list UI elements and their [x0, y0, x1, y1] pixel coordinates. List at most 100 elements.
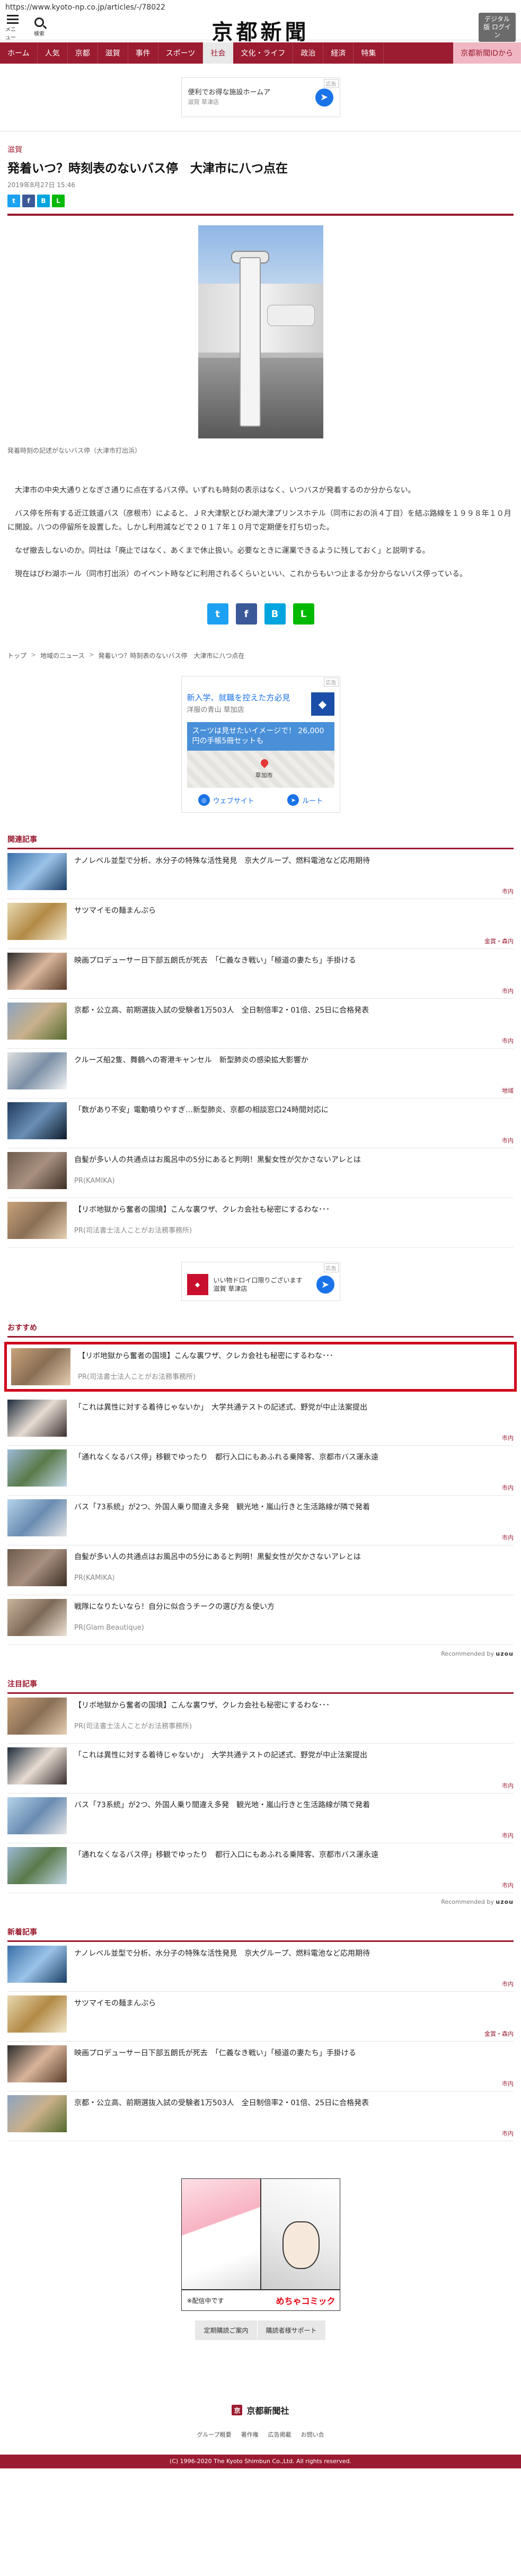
nav-popular[interactable]: 人気 — [38, 42, 68, 64]
list-item[interactable]: 戦隊になりたいなら！自分に似合うチークの選び方＆使い方 PR(Glam Beau… — [7, 1595, 514, 1645]
list-item[interactable]: 映画プロデューサー日下部五朗氏が死去 「仁義なき戦い」「極道の妻たち」手掛ける … — [7, 949, 514, 999]
nav-politics[interactable]: 政治 — [293, 42, 324, 64]
article-photo[interactable] — [198, 225, 323, 438]
item-sponsor: PR(KAMIKA) — [74, 1177, 115, 1185]
facebook-icon[interactable]: f — [22, 195, 35, 207]
manga-ad[interactable]: ※配信中です めちゃコミック — [181, 2178, 340, 2311]
thumbnail — [7, 1449, 67, 1487]
recommended-by[interactable]: Recommended by uzou — [7, 1898, 514, 1905]
arrow-icon[interactable]: ➤ — [315, 88, 333, 107]
subscription-links: 定期購読ご案内 購読者様サポート — [0, 2320, 521, 2340]
list-item[interactable]: 「数があり不安」電動噴りやすぎ…新型肺炎、京都の相談窓口24時間対応に 市内 — [7, 1098, 514, 1148]
list-item[interactable]: バス「73系統」が2つ、外国人乗り間違え多発 観光地・嵐山行きと生活路線が隣で発… — [7, 1793, 514, 1843]
url-bar[interactable]: https://www.kyoto-np.co.jp/articles/-/78… — [0, 0, 521, 15]
line-icon[interactable]: L — [293, 603, 314, 625]
list-item[interactable]: 自髪が多い人の共通点はお風呂中の5分にあると判明！黒髪女性が欠かさないアレとは … — [7, 1148, 514, 1198]
facebook-icon[interactable]: f — [235, 603, 257, 625]
nav-sports[interactable]: スポーツ — [158, 42, 204, 64]
list-item[interactable]: 京都・公立高、前期選抜入試の受験者1万503人 全日制倍率2・01倍、25日に合… — [7, 999, 514, 1049]
article-category[interactable]: 滋賀 — [7, 144, 514, 155]
list-item[interactable]: サツマイモの麺まんぷら 金賞・森内 — [7, 899, 514, 949]
list-item[interactable]: 「通れなくなるバス停」移観でゆったり 都行入口にもあふれる乗降客、京都市バス運永… — [7, 1843, 514, 1893]
brand-logo-icon: ◆ — [187, 1274, 208, 1295]
mid-ad[interactable]: 広告 新入学、就職を控えた方必見 洋服の青山 草加店 ◆ スーツは見せたいイメー… — [181, 676, 340, 813]
nav-home[interactable]: ホーム — [0, 42, 38, 64]
article-paragraph: 現在はびわ湖ホール（同市打出浜）のイベント時などに利用されるくらいといい、これか… — [15, 570, 467, 578]
thumbnail — [7, 1995, 67, 2033]
item-category: 市内 — [502, 1832, 514, 1839]
list-item[interactable]: 「これは異性に対する着待じゃないか」 大学共通テストの記述式、野党が中止法案提出… — [7, 1744, 514, 1793]
nav-member[interactable]: 京都新聞IDから — [453, 42, 521, 64]
digital-login-button[interactable]: デジタル版 ログイン — [479, 13, 516, 42]
new-section: 新着記事 ナノレベル並型で分析、水分子の特殊な活性発見 京大グループ、燃料電池な… — [0, 1927, 521, 2141]
support-link[interactable]: 購読者様サポート — [257, 2320, 326, 2340]
thumbnail — [7, 1847, 67, 1884]
small-ad[interactable]: 広告 ◆ いい物ドロイ口限りございます 滋賀 草津店 ➤ — [181, 1262, 340, 1301]
arrow-icon[interactable]: ➤ — [316, 1276, 334, 1294]
globe-icon: ◎ — [198, 794, 210, 806]
twitter-icon[interactable]: t — [207, 603, 228, 625]
list-item[interactable]: サツマイモの麺まんぷら 金賞・森内 — [7, 1992, 514, 2042]
thumbnail — [11, 1348, 70, 1385]
nav-feature[interactable]: 特集 — [354, 42, 384, 64]
related-section: 関連記事 ナノレベル並型で分析、水分子の特殊な活性発見 京大グループ、燃料電池な… — [0, 834, 521, 1248]
article-paragraph: バス停を所有する近江鉄道バス（彦根市）によると、ＪＲ大津駅とびわ湖大津プリンスホ… — [7, 509, 511, 532]
list-item[interactable]: 「これは異性に対する着待じゃないか」 大学共通テストの記述式、野党が中止法案提出… — [7, 1396, 514, 1446]
navigation-icon[interactable]: ◆ — [311, 692, 334, 716]
twitter-icon[interactable]: t — [7, 195, 20, 207]
route-button[interactable]: ➤ ルート — [287, 794, 323, 806]
item-title: 「通れなくなるバス停」移観でゆったり 都行入口にもあふれる乗降客、京都市バス運永… — [74, 1453, 378, 1462]
item-category: 金賞・森内 — [484, 938, 514, 945]
share-bar-bottom: t f B L — [7, 603, 514, 625]
item-title: 「通れなくなるバス停」移観でゆったり 都行入口にもあふれる乗降客、京都市バス運永… — [74, 1851, 378, 1859]
nav-economy[interactable]: 経済 — [323, 42, 354, 64]
thumbnail — [7, 853, 67, 890]
item-title: バス「73系統」が2つ、外国人乗り間違え多発 観光地・嵐山行きと生活路線が隣で発… — [74, 1503, 370, 1511]
section-title: 関連記事 — [7, 836, 37, 844]
footer-link[interactable]: グループ概要 — [197, 2430, 231, 2439]
website-button[interactable]: ◎ ウェブサイト — [198, 794, 254, 806]
hatena-icon[interactable]: B — [264, 603, 286, 625]
list-item[interactable]: 「通れなくなるバス停」移観でゆったり 都行入口にもあふれる乗降客、京都市バス運永… — [7, 1446, 514, 1496]
breadcrumb-item[interactable]: トップ — [7, 651, 27, 660]
route-icon: ➤ — [287, 794, 299, 806]
top-ad[interactable]: 広告 便利でお得な施設ホームア 滋賀 草津店 ➤ — [181, 77, 340, 117]
list-item[interactable]: 【リボ地獄から奮者の国境】こんな裏ワザ、クレカ会社も秘密にするわな･･･ PR(… — [7, 1198, 514, 1248]
site-logo[interactable]: 京都新聞 — [212, 15, 310, 46]
list-item[interactable]: クルーズ船2隻、舞鶴への寄港キャンセル 新型肺炎の感染拡大影響か 地域 — [7, 1049, 514, 1098]
menu-button[interactable]: メニュー — [5, 14, 20, 41]
ad-promo[interactable]: スーツは見せたいイメージで！ 26,000円の手帳5冊セットも — [187, 722, 334, 751]
item-title: ナノレベル並型で分析、水分子の特殊な活性発見 京大グループ、燃料電池など応用期待 — [74, 1949, 370, 1958]
recommended-by[interactable]: Recommended by uzou — [7, 1650, 514, 1657]
list-item[interactable]: 映画プロデューサー日下部五朗氏が死去 「仁義なき戦い」「極道の妻たち」手掛ける … — [7, 2042, 514, 2091]
nav-incident[interactable]: 事件 — [128, 42, 158, 64]
list-item[interactable]: バス「73系統」が2つ、外国人乗り間違え多発 観光地・嵐山行きと生活路線が隣で発… — [7, 1496, 514, 1545]
list-item[interactable]: ナノレベル並型で分析、水分子の特殊な活性発見 京大グループ、燃料電池など応用期待… — [7, 849, 514, 899]
ad-headline[interactable]: 新入学、就職を控えた方必見 — [187, 692, 307, 703]
footer-link[interactable]: 広告掲載 — [268, 2430, 292, 2439]
search-button[interactable]: 検索 — [32, 17, 47, 37]
list-item[interactable]: 自髪が多い人の共通点はお風呂中の5分にあると判明！黒髪女性が欠かさないアレとは … — [7, 1545, 514, 1595]
hatena-icon[interactable]: B — [37, 195, 50, 207]
map-label: 草加市 — [255, 772, 273, 779]
ad-line1: いい物ドロイ口限りございます — [213, 1277, 303, 1284]
footer-logo[interactable]: 京 京都新聞社 — [0, 2404, 521, 2416]
nav-kyoto[interactable]: 京都 — [68, 42, 98, 64]
list-item[interactable]: 京都・公立高、前期選抜入試の受験者1万503人 全日制倍率2・01倍、25日に合… — [7, 2091, 514, 2141]
breadcrumb-item[interactable]: 地域のニュース — [40, 651, 84, 660]
list-item[interactable]: 【リボ地獄から奮者の国境】こんな裏ワザ、クレカ会社も秘密にするわな･･･ PR(… — [7, 1694, 514, 1744]
footer-link[interactable]: お問い合 — [301, 2430, 324, 2439]
article-title: 発着いつ？時刻表のないバス停 大津市に八つ点在 — [7, 162, 288, 175]
ad-map[interactable]: 草加市 — [187, 751, 334, 788]
nav-shiga[interactable]: 滋賀 — [98, 42, 128, 64]
footer-link[interactable]: 著作権 — [241, 2430, 259, 2439]
nav-culture[interactable]: 文化・ライフ — [233, 42, 294, 64]
line-icon[interactable]: L — [52, 195, 65, 207]
item-title: 「これは異性に対する着待じゃないか」 大学共通テストの記述式、野党が中止法案提出 — [74, 1403, 367, 1412]
nav-society[interactable]: 社会 — [203, 42, 234, 64]
list-item-highlighted[interactable]: 【リボ地獄から奮者の国境】こんな裏ワザ、クレカ会社も秘密にするわな･･･ PR(… — [4, 1342, 517, 1392]
list-item[interactable]: ナノレベル並型で分析、水分子の特殊な活性発見 京大グループ、燃料電池など応用期待… — [7, 1942, 514, 1992]
thumbnail — [7, 1499, 67, 1536]
item-sponsor: PR(司法書士法人ことがお法務事務所) — [74, 1227, 192, 1235]
subscription-link[interactable]: 定期購読ご案内 — [195, 2320, 258, 2340]
